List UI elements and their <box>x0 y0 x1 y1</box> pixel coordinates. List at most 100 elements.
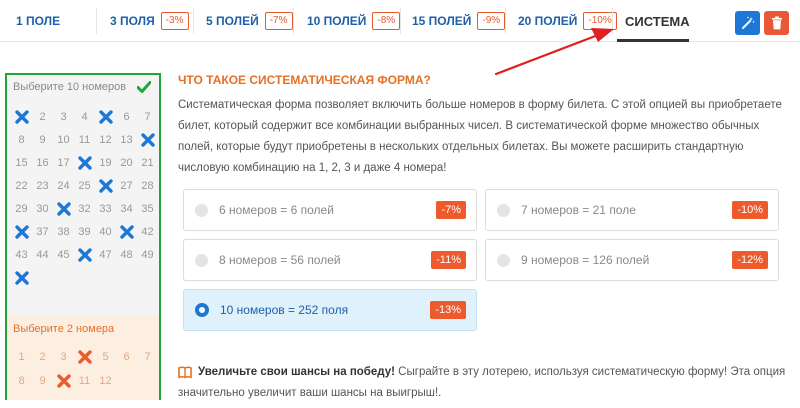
number-label: 42 <box>141 225 154 238</box>
number-label: 12 <box>99 133 112 146</box>
main-number-cell[interactable]: 32 <box>74 197 95 220</box>
number-label: 23 <box>36 179 49 192</box>
main-number-cell[interactable]: 47 <box>95 243 116 266</box>
main-number-cell[interactable] <box>95 174 116 197</box>
number-label: 34 <box>120 202 133 215</box>
main-number-cell[interactable]: 16 <box>32 151 53 174</box>
main-number-cell[interactable]: 4 <box>74 105 95 128</box>
main-number-cell[interactable]: 6 <box>116 105 137 128</box>
bonus-number-cell[interactable]: 1 <box>11 345 32 369</box>
bonus-number-cell[interactable]: 12 <box>95 369 116 393</box>
tab-system[interactable]: СИСТЕМА <box>625 0 690 42</box>
discount-badge: -12% <box>732 251 768 269</box>
number-label: 25 <box>78 179 91 192</box>
radio-button[interactable] <box>497 203 510 217</box>
main-number-cell[interactable]: 13 <box>116 128 137 151</box>
system-option-8[interactable]: 8 номеров = 56 полей -11% <box>183 239 477 281</box>
main-number-cell[interactable]: 40 <box>95 220 116 243</box>
main-number-cell[interactable]: 8 <box>11 128 32 151</box>
main-number-cell[interactable]: 43 <box>11 243 32 266</box>
system-option-9[interactable]: 9 номеров = 126 полей -12% <box>485 239 779 281</box>
bonus-number-cell[interactable]: 9 <box>32 369 53 393</box>
main-number-cell[interactable]: 3 <box>53 105 74 128</box>
main-number-cell[interactable]: 19 <box>95 151 116 174</box>
main-number-cell[interactable]: 38 <box>53 220 74 243</box>
discount-badge: -7% <box>436 201 466 219</box>
main-number-cell[interactable]: 22 <box>11 174 32 197</box>
cross-mark-icon <box>140 132 155 147</box>
main-number-cell[interactable]: 42 <box>137 220 158 243</box>
main-number-cell[interactable] <box>137 128 158 151</box>
tab-5-fields[interactable]: 5 ПОЛЕЙ -7% <box>206 0 293 42</box>
main-number-cell[interactable]: 27 <box>116 174 137 197</box>
number-label: 8 <box>18 375 25 387</box>
bonus-number-cell[interactable]: 6 <box>116 345 137 369</box>
radio-button[interactable] <box>195 203 208 217</box>
main-number-cell[interactable]: 2 <box>32 105 53 128</box>
bonus-number-cell[interactable]: 8 <box>11 369 32 393</box>
radio-button[interactable] <box>497 253 510 267</box>
main-number-cell[interactable]: 29 <box>11 197 32 220</box>
main-number-cell[interactable]: 34 <box>116 197 137 220</box>
tab-label: 1 ПОЛЕ <box>16 14 61 28</box>
main-number-cell[interactable]: 11 <box>74 128 95 151</box>
bonus-number-cell[interactable]: 5 <box>95 345 116 369</box>
bonus-number-cell[interactable]: 11 <box>74 369 95 393</box>
main-number-cell[interactable]: 12 <box>95 128 116 151</box>
bonus-number-cell[interactable]: 2 <box>32 345 53 369</box>
main-number-cell[interactable]: 23 <box>32 174 53 197</box>
main-number-cell[interactable] <box>11 105 32 128</box>
main-number-cell[interactable]: 30 <box>32 197 53 220</box>
system-option-10[interactable]: 10 номеров = 252 поля -13% <box>183 289 477 331</box>
tab-3-fields[interactable]: 3 ПОЛЯ -3% <box>110 0 189 42</box>
main-number-cell[interactable]: 28 <box>137 174 158 197</box>
main-number-cell[interactable] <box>11 220 32 243</box>
main-number-cell[interactable]: 33 <box>95 197 116 220</box>
main-number-cell[interactable]: 49 <box>137 243 158 266</box>
number-label: 27 <box>120 179 133 192</box>
number-label: 1 <box>18 351 25 363</box>
number-label: 38 <box>57 225 70 238</box>
main-number-cell[interactable]: 20 <box>116 151 137 174</box>
number-label: 9 <box>39 375 46 387</box>
main-number-cell[interactable]: 17 <box>53 151 74 174</box>
system-option-6[interactable]: 6 номеров = 6 полей -7% <box>183 189 477 231</box>
magic-wand-button[interactable] <box>735 11 760 35</box>
main-number-cell[interactable]: 37 <box>32 220 53 243</box>
tab-1-field[interactable]: 1 ПОЛЕ <box>16 0 60 42</box>
main-number-cell[interactable] <box>95 105 116 128</box>
cross-mark-icon <box>119 224 134 239</box>
main-number-cell[interactable] <box>53 197 74 220</box>
main-number-cell[interactable]: 7 <box>137 105 158 128</box>
main-number-cell[interactable]: 24 <box>53 174 74 197</box>
main-number-cell[interactable] <box>11 266 32 289</box>
bonus-number-cell[interactable] <box>53 369 74 393</box>
bonus-number-cell[interactable]: 3 <box>53 345 74 369</box>
number-label: 48 <box>120 248 133 261</box>
discount-badge: -8% <box>372 12 401 30</box>
main-number-cell[interactable] <box>74 151 95 174</box>
bonus-number-cell[interactable] <box>74 345 95 369</box>
radio-button-selected[interactable] <box>195 303 209 317</box>
cross-mark-icon <box>14 224 29 239</box>
main-number-cell[interactable]: 10 <box>53 128 74 151</box>
tab-10-fields[interactable]: 10 ПОЛЕЙ -8% <box>307 0 401 42</box>
main-number-cell[interactable]: 35 <box>137 197 158 220</box>
main-number-cell[interactable]: 9 <box>32 128 53 151</box>
number-label: 4 <box>81 110 88 123</box>
main-number-cell[interactable]: 15 <box>11 151 32 174</box>
main-number-cell[interactable]: 39 <box>74 220 95 243</box>
main-number-cell[interactable]: 25 <box>74 174 95 197</box>
clear-ticket-button[interactable] <box>764 11 789 35</box>
main-number-cell[interactable] <box>74 243 95 266</box>
radio-button[interactable] <box>195 253 208 267</box>
main-number-cell[interactable]: 45 <box>53 243 74 266</box>
system-option-7[interactable]: 7 номеров = 21 поле -10% <box>485 189 779 231</box>
main-number-cell[interactable]: 44 <box>32 243 53 266</box>
main-number-cell[interactable] <box>116 220 137 243</box>
main-number-cell[interactable]: 21 <box>137 151 158 174</box>
number-label: 5 <box>102 351 109 363</box>
number-label: 13 <box>120 133 133 146</box>
main-number-cell[interactable]: 48 <box>116 243 137 266</box>
bonus-number-cell[interactable]: 7 <box>137 345 158 369</box>
